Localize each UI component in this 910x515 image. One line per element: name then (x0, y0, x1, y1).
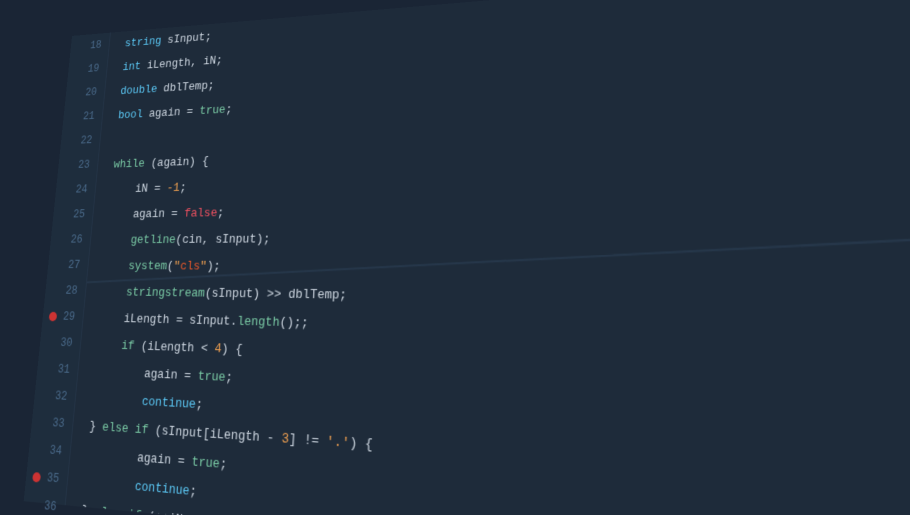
line-num-21: 21 (62, 104, 103, 130)
line-num-27: 27 (47, 252, 89, 278)
line-num-26: 26 (50, 227, 92, 253)
line-num-29: 29 (42, 303, 84, 330)
line-num-30: 30 (39, 329, 82, 357)
code-content: string sInput; int iLength, iN; double d… (66, 0, 910, 515)
line-num-34: 34 (28, 435, 71, 466)
line-num-18: 18 (70, 33, 110, 59)
line-num-20: 20 (65, 80, 106, 106)
line-num-24: 24 (55, 177, 97, 203)
line-num-22: 22 (60, 128, 101, 154)
line-num-33: 33 (31, 408, 74, 438)
line-num-35: 35 (25, 463, 69, 494)
line-num-28: 28 (44, 278, 86, 304)
line-num-19: 19 (67, 56, 108, 82)
line-num-25: 25 (52, 202, 94, 228)
line-num-32: 32 (33, 382, 76, 411)
code-editor: 18 19 20 21 22 23 24 25 26 27 28 29 30 3… (0, 0, 910, 515)
line-num-36: 36 (22, 490, 66, 515)
line-num-31: 31 (36, 355, 79, 383)
line-num-23: 23 (57, 152, 98, 178)
